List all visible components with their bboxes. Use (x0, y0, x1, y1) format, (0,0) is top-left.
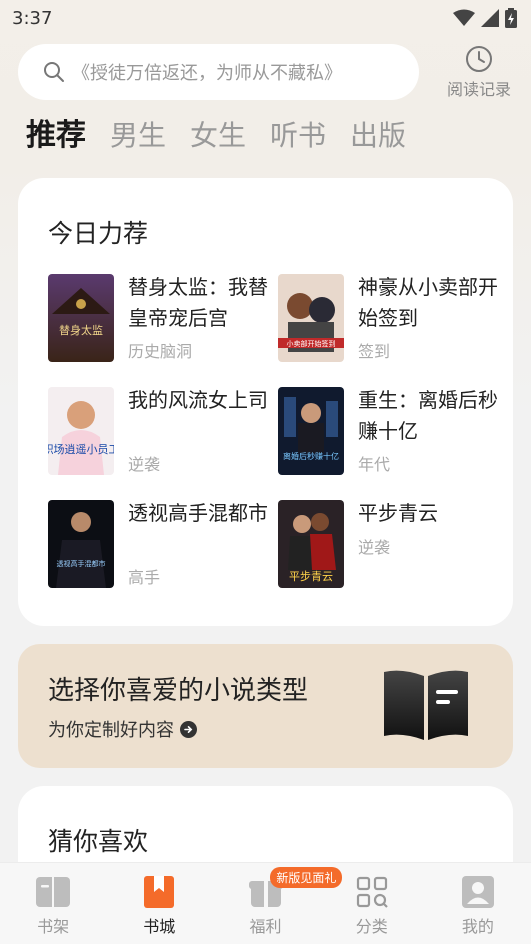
banner-title: 选择你喜爱的小说类型 (48, 676, 309, 706)
status-bar: 3:37 (0, 0, 531, 36)
book-tag: 逆袭 (128, 455, 161, 474)
search-icon (44, 62, 64, 82)
book-cover: 职场逍遥小员工 (48, 387, 114, 475)
nav-bookshelf[interactable]: 书架 (0, 863, 106, 944)
book-item[interactable]: 替身太监 替身太监：我替皇帝宠后宫 历史脑洞 (48, 274, 273, 364)
nav-rewards[interactable]: 新版见面礼 福利 (212, 863, 343, 944)
book-cover-text: 平步青云 (289, 570, 333, 583)
book-tag: 高手 (128, 568, 161, 587)
tab-audiobook[interactable]: 听书 (270, 116, 326, 156)
tab-male[interactable]: 男生 (110, 116, 166, 156)
book-cover: 透视高手混都市 (48, 500, 114, 588)
reading-history-button[interactable]: 阅读记录 (438, 44, 520, 100)
book-item[interactable]: 离婚后秒赚十亿 重生：离婚后秒赚十亿 年代 (278, 387, 503, 477)
book-tag: 年代 (358, 455, 391, 474)
tab-female[interactable]: 女生 (190, 116, 246, 156)
tab-recommend[interactable]: 推荐 (26, 116, 86, 156)
book-cover: 平步青云 (278, 500, 344, 588)
nav-label: 福利 (249, 917, 282, 936)
category-icon (356, 876, 388, 908)
nav-label: 书架 (37, 917, 70, 936)
status-time: 3:37 (12, 8, 53, 29)
book-title: 神豪从小卖部开始签到 (358, 275, 498, 330)
book-title: 平步青云 (358, 501, 438, 525)
today-picks-title: 今日力荐 (48, 219, 149, 248)
open-book-icon (384, 670, 468, 740)
nav-label: 我的 (461, 917, 494, 936)
book-tag: 签到 (358, 342, 391, 361)
book-title: 替身太监：我替皇帝宠后宫 (128, 275, 268, 330)
book-cover: 小卖部开始签到 (278, 274, 344, 362)
genre-preference-banner[interactable]: 选择你喜爱的小说类型 为你定制好内容 (18, 644, 513, 768)
search-input[interactable]: 《授徒万倍返还，为师从不藏私》 (18, 44, 419, 100)
bookstore-icon (144, 876, 175, 908)
clock-icon (466, 46, 492, 72)
battery-icon (505, 8, 517, 28)
nav-label: 分类 (355, 917, 388, 936)
book-cover: 离婚后秒赚十亿 (278, 387, 344, 475)
book-tag: 逆袭 (358, 538, 391, 557)
book-item[interactable]: 平步青云 平步青云 逆袭 (278, 500, 503, 590)
guess-you-like-title: 猜你喜欢 (48, 827, 149, 856)
book-cover-text: 离婚后秒赚十亿 (283, 451, 339, 461)
book-tag: 历史脑洞 (128, 342, 193, 361)
nav-label: 书城 (143, 917, 176, 936)
book-title: 我的风流女上司 (128, 388, 268, 412)
today-picks-card: 今日力荐 替身太监 替身太监：我替皇帝宠后宫 历史脑洞 小卖部开始签到 神豪从小… (18, 178, 513, 626)
banner-subtitle: 为你定制好内容 (48, 720, 174, 741)
book-item[interactable]: 职场逍遥小员工 我的风流女上司 逆袭 (48, 387, 273, 477)
signal-icon (481, 9, 499, 27)
status-icons (453, 8, 517, 28)
book-item[interactable]: 透视高手混都市 透视高手混都市 高手 (48, 500, 273, 590)
bookshelf-icon (36, 877, 71, 907)
book-title: 重生：离婚后秒赚十亿 (358, 388, 498, 443)
book-cover-text: 职场逍遥小员工 (48, 442, 114, 456)
tab-publishing[interactable]: 出版 (350, 116, 406, 156)
banner-subtitle-row: 为你定制好内容 (48, 716, 197, 742)
profile-icon (461, 876, 494, 908)
search-placeholder: 《授徒万倍返还，为师从不藏私》 (72, 63, 342, 84)
reading-history-label: 阅读记录 (446, 80, 511, 99)
nav-category[interactable]: 分类 (319, 863, 425, 944)
book-cover-text: 透视高手混都市 (57, 559, 106, 568)
arrow-circle-icon (180, 720, 197, 738)
book-cover-text: 小卖部开始签到 (287, 339, 336, 348)
category-tabs: 推荐 男生 女生 听书 出版 (26, 112, 430, 156)
nav-profile[interactable]: 我的 (425, 863, 531, 944)
book-cover: 替身太监 (48, 274, 114, 362)
wifi-icon (453, 9, 475, 27)
book-cover-text: 替身太监 (59, 323, 103, 337)
book-title: 透视高手混都市 (128, 501, 268, 525)
book-item[interactable]: 小卖部开始签到 神豪从小卖部开始签到 签到 (278, 274, 503, 364)
nav-bookstore[interactable]: 书城 (106, 863, 212, 944)
bottom-nav: 书架 书城 新版见面礼 福利 分类 我的 (0, 862, 531, 944)
